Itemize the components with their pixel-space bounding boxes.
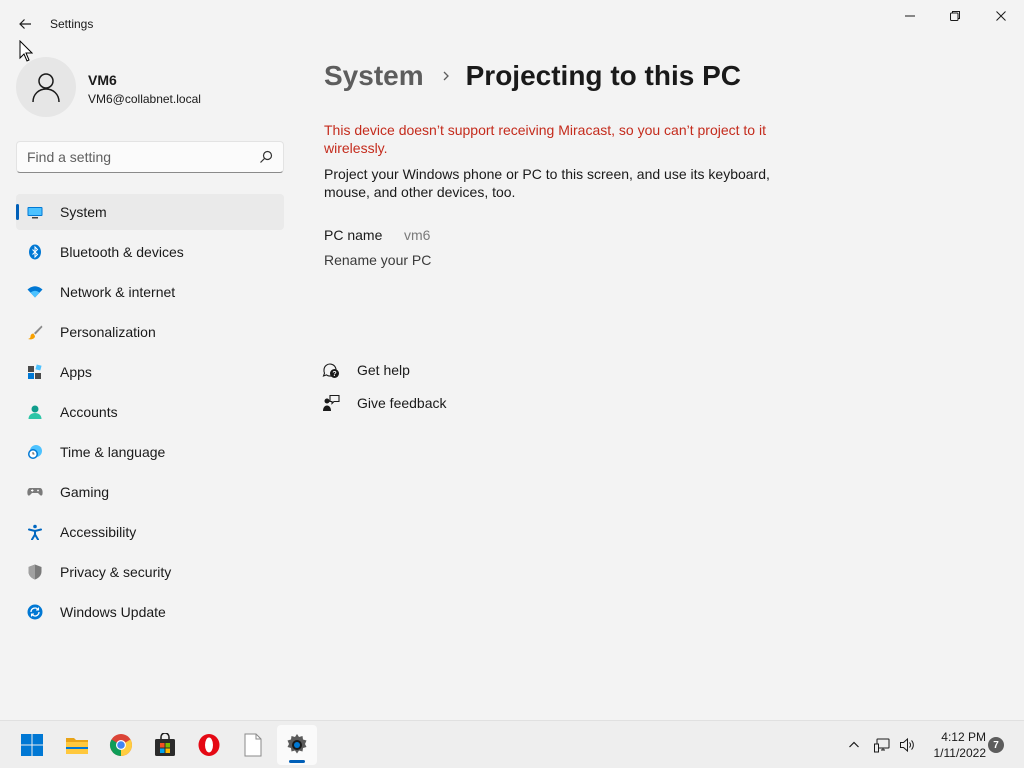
chevron-up-icon <box>849 741 859 748</box>
close-button[interactable] <box>978 0 1024 32</box>
get-help-link[interactable]: ? Get help <box>322 360 410 380</box>
user-avatar-icon <box>32 73 60 103</box>
sidebar-item-label: System <box>60 204 107 220</box>
chevron-right-icon <box>443 71 449 81</box>
give-feedback-link[interactable]: Give feedback <box>322 393 447 413</box>
get-help-label: Get help <box>357 362 410 378</box>
wifi-icon <box>27 284 43 300</box>
file-explorer-button[interactable] <box>57 725 97 765</box>
network-icon <box>874 738 890 753</box>
user-email: VM6@collabnet.local <box>88 92 201 106</box>
pc-name-value: vm6 <box>404 227 431 243</box>
search-input[interactable] <box>17 142 253 172</box>
opera-icon <box>198 734 220 756</box>
sidebar-item-windows-update[interactable]: Windows Update <box>16 594 284 630</box>
network-tray-button[interactable] <box>872 735 892 755</box>
sidebar-item-apps[interactable]: Apps <box>16 354 284 390</box>
chrome-button[interactable] <box>101 725 141 765</box>
user-profile[interactable]: VM6 VM6@collabnet.local <box>16 57 284 119</box>
back-arrow-icon <box>19 19 31 29</box>
chrome-icon <box>110 734 132 756</box>
back-button[interactable] <box>6 7 44 41</box>
sidebar-item-label: Accessibility <box>60 524 137 540</box>
projecting-description: Project your Windows phone or PC to this… <box>324 166 770 200</box>
sidebar-item-accounts[interactable]: Accounts <box>16 394 284 430</box>
taskbar: 4:12 PM 1/11/2022 7 <box>0 720 1024 768</box>
file-explorer-icon <box>66 738 88 754</box>
volume-icon <box>900 737 914 753</box>
user-name: VM6 <box>88 72 117 88</box>
system-icon <box>27 204 43 220</box>
sidebar-item-time-language[interactable]: Time & language <box>16 434 284 470</box>
time-language-icon <box>27 444 43 460</box>
title-bar: Settings <box>0 0 1024 48</box>
sidebar-item-label: Bluetooth & devices <box>60 244 184 260</box>
give-feedback-icon <box>323 394 340 411</box>
get-help-icon: ? <box>322 363 339 378</box>
sidebar-item-label: Network & internet <box>60 284 176 300</box>
clock-date: 1/11/2022 <box>933 746 987 760</box>
sidebar-item-label: Time & language <box>60 444 166 460</box>
sidebar-item-label: Accounts <box>60 404 118 420</box>
volume-tray-button[interactable] <box>897 735 917 755</box>
svg-text:?: ? <box>332 371 336 378</box>
breadcrumb: System Projecting to this PC <box>324 58 741 94</box>
restore-button[interactable] <box>932 0 978 32</box>
settings-icon <box>287 734 307 754</box>
paintbrush-icon <box>27 324 43 340</box>
clock-time: 4:12 PM <box>941 730 986 744</box>
sidebar-item-system[interactable]: System <box>16 194 284 230</box>
minimize-button[interactable] <box>887 0 933 32</box>
sidebar-nav: System Bluetooth & devices Network & int… <box>16 194 284 634</box>
search-icon[interactable] <box>259 150 273 164</box>
sidebar-item-personalization[interactable]: Personalization <box>16 314 284 350</box>
store-button[interactable] <box>145 725 185 765</box>
accounts-icon <box>27 404 43 420</box>
bluetooth-icon <box>27 244 43 260</box>
search-box <box>16 141 284 173</box>
minimize-icon <box>905 15 915 17</box>
avatar <box>16 57 76 117</box>
rename-pc-link[interactable]: Rename your PC <box>324 252 431 268</box>
apps-icon <box>27 364 43 380</box>
settings-taskbar-button[interactable] <box>277 725 317 765</box>
sidebar-item-label: Apps <box>60 364 92 380</box>
taskbar-clock[interactable]: 4:12 PM 1/11/2022 <box>922 729 987 761</box>
app-title: Settings <box>50 17 94 31</box>
store-icon <box>155 733 175 756</box>
sidebar-item-privacy[interactable]: Privacy & security <box>16 554 284 590</box>
close-icon <box>996 11 1006 21</box>
gamepad-icon <box>27 484 43 500</box>
shield-icon <box>27 564 43 580</box>
sidebar-item-network[interactable]: Network & internet <box>16 274 284 310</box>
sidebar-item-accessibility[interactable]: Accessibility <box>16 514 284 550</box>
sidebar-item-bluetooth[interactable]: Bluetooth & devices <box>16 234 284 270</box>
restore-icon <box>950 11 960 21</box>
start-icon <box>21 734 43 756</box>
miracast-warning-text: This device doesn’t support receiving Mi… <box>324 122 766 156</box>
page-title: Projecting to this PC <box>465 60 741 91</box>
sidebar-item-label: Personalization <box>60 324 156 340</box>
pc-name-label: PC name <box>324 227 383 243</box>
notification-badge[interactable]: 7 <box>988 737 1004 753</box>
sidebar-item-label: Gaming <box>60 484 110 500</box>
sidebar-item-gaming[interactable]: Gaming <box>16 474 284 510</box>
notepad-button[interactable] <box>233 725 273 765</box>
breadcrumb-system-link[interactable]: System <box>324 60 424 92</box>
start-button[interactable] <box>12 725 52 765</box>
windows-update-icon <box>27 604 43 620</box>
notepad-icon <box>244 733 262 757</box>
sidebar-item-label: Windows Update <box>60 604 166 620</box>
accessibility-icon <box>27 524 43 540</box>
sidebar-item-label: Privacy & security <box>60 564 172 580</box>
give-feedback-label: Give feedback <box>357 395 447 411</box>
opera-button[interactable] <box>189 725 229 765</box>
show-hidden-icons-button[interactable] <box>843 735 865 755</box>
